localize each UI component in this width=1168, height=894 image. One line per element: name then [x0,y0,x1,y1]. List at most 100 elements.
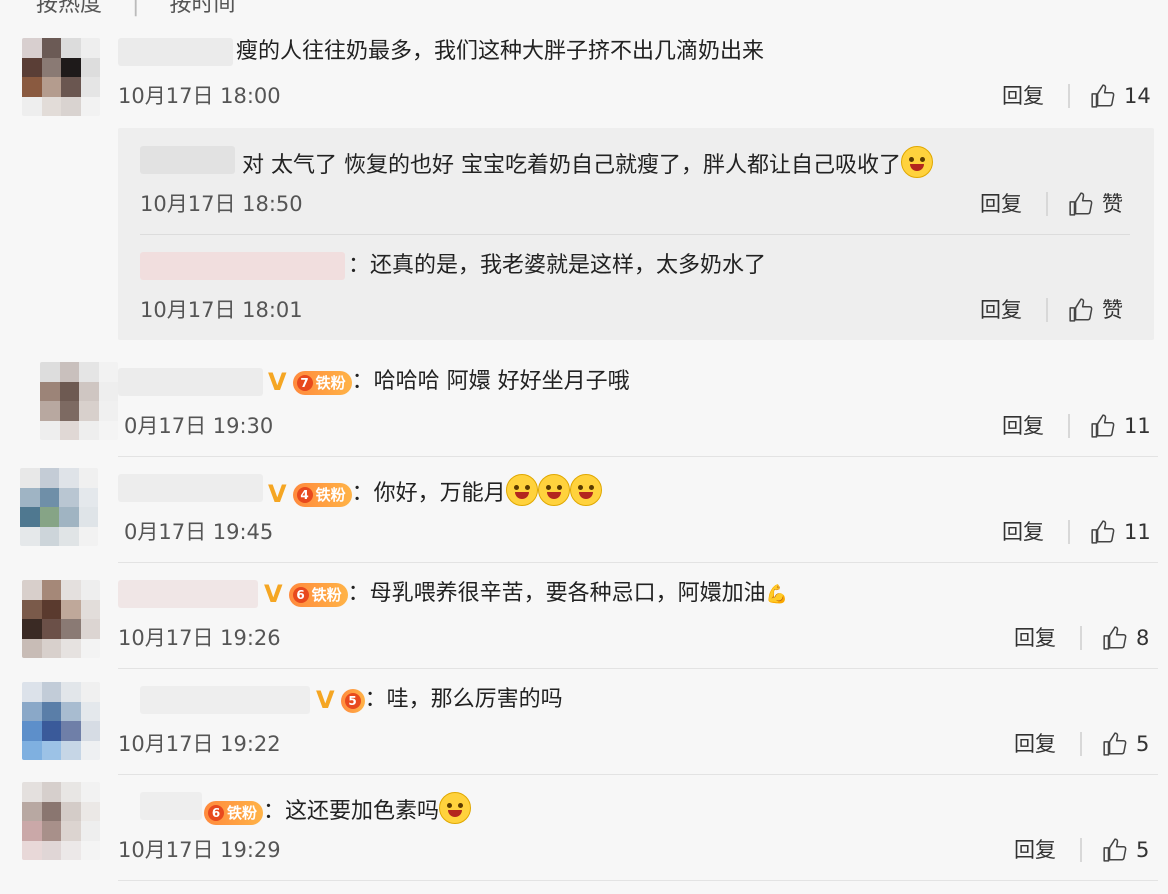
username-blurred[interactable] [118,38,233,66]
like-count: 11 [1124,414,1151,438]
reply-button[interactable]: 回复 [1002,82,1044,110]
like-button[interactable]: 5 [1102,730,1149,758]
username-blurred[interactable] [118,580,258,608]
username-blurred[interactable] [118,474,263,502]
divider [118,774,1158,775]
avatar[interactable] [22,580,100,658]
username-blurred[interactable] [140,792,202,820]
comment-text: 瘦的人往往奶最多，我们这种大胖子挤不出几滴奶出来 [236,39,765,64]
verified-icon: V [268,480,287,508]
divider [1080,838,1082,862]
divider [1046,298,1048,322]
divider [140,234,1130,235]
divider [1068,84,1070,108]
sort-tabs: 按热度 | 按时间 [36,0,265,18]
like-count: 5 [1136,732,1150,756]
like-count: 8 [1136,626,1150,650]
comment-time: 10月17日 18:50 [140,192,303,216]
reply-button[interactable]: 回复 [1014,624,1056,652]
username-blurred[interactable] [140,146,235,174]
reply-button[interactable]: 回复 [1014,730,1056,758]
fan-badge: 7 铁粉 [292,371,352,395]
thumbs-up-icon [1069,298,1093,322]
comment-time: 0月17日 19:30 [124,414,274,438]
fan-badge: 4 铁粉 [292,483,352,507]
comment-time: 10月17日 19:29 [118,838,281,862]
tab-hot[interactable]: 按热度 [36,0,102,17]
verified-icon: V [268,368,287,396]
thumbs-up-icon [1103,838,1127,862]
reply-button[interactable]: 回复 [980,190,1022,218]
emoji-icon [900,146,933,178]
comment-time: 10月17日 19:26 [118,626,281,650]
thumbs-up-icon [1091,520,1115,544]
verified-icon: V [316,686,335,714]
like-button[interactable]: 赞 [1068,190,1123,218]
avatar[interactable] [22,682,100,760]
tab-time[interactable]: 按时间 [169,0,235,17]
avatar[interactable] [22,782,100,860]
comment-text: 对 太气了 恢复的也好 宝宝吃着奶自己就瘦了，胖人都让自己吸收了 [242,146,933,180]
divider [118,562,1158,563]
comment-text: V 4 铁粉 ：你好，万能月 [268,474,602,508]
comment-text: 6 铁粉 ：这还要加色素吗 [204,792,472,826]
comment-text-content: ：你好，万能月 [351,481,506,506]
like-count: 5 [1136,838,1150,862]
comment-text-content: ：母乳喂养很辛苦，要各种忌口，阿嬛加油 [347,581,766,606]
divider [1068,414,1070,438]
like-label: 赞 [1102,192,1123,216]
username-blurred[interactable] [118,368,263,396]
like-button[interactable]: 5 [1102,836,1149,864]
username-blurred[interactable] [140,686,310,714]
avatar[interactable] [40,362,118,440]
reply-button[interactable]: 回复 [980,296,1022,324]
divider [1046,192,1048,216]
thumbs-up-icon [1091,414,1115,438]
fan-badge: 6 铁粉 [288,583,348,607]
comment-text-content: ：哈哈哈 阿嬛 好好坐月子哦 [351,369,630,394]
tab-separator: | [132,0,140,17]
avatar[interactable] [22,38,100,116]
username-blurred[interactable] [140,252,345,280]
thumbs-up-icon [1103,732,1127,756]
like-count: 14 [1124,84,1151,108]
thumbs-up-icon [1091,84,1115,108]
laughing-emoji-icon [505,474,538,506]
like-count: 11 [1124,520,1151,544]
verified-icon: V [264,580,283,608]
thumbs-up-icon [1103,626,1127,650]
divider [1080,626,1082,650]
comment-text: V 5 ：哇，那么厉害的吗 [316,686,563,714]
like-button[interactable]: 赞 [1068,296,1123,324]
thumbs-up-icon [1069,192,1093,216]
fan-badge: 6 铁粉 [204,801,264,825]
laughing-emoji-icon [569,474,602,506]
comment-text-content: ：这还要加色素吗 [263,799,440,824]
like-button[interactable]: 8 [1102,624,1149,652]
like-button[interactable]: 14 [1090,82,1151,110]
avatar[interactable] [20,468,98,546]
reply-button[interactable]: 回复 [1002,412,1044,440]
comment-text: ：还真的是，我老婆就是这样，太多奶水了 [348,253,767,278]
comment-text-content: ：哇，那么厉害的吗 [364,687,563,712]
divider [118,880,1158,881]
like-button[interactable]: 11 [1090,412,1151,440]
comment-time: 10月17日 18:00 [118,84,281,108]
comment-time: 0月17日 19:45 [124,520,274,544]
divider [1068,520,1070,544]
flexed-arm-icon: 💪 [765,584,789,605]
reply-button[interactable]: 回复 [1002,518,1044,546]
like-button[interactable]: 11 [1090,518,1151,546]
comment-text: V 7 铁粉 ：哈哈哈 阿嬛 好好坐月子哦 [268,368,630,396]
divider [118,668,1158,669]
comment-time: 10月17日 19:22 [118,732,281,756]
divider [118,456,1158,457]
comment-text: V 6 铁粉 ：母乳喂养很辛苦，要各种忌口，阿嬛加油💪 [264,580,788,609]
reply-button[interactable]: 回复 [1014,836,1056,864]
like-label: 赞 [1102,298,1123,322]
divider [1080,732,1082,756]
comment-text-content: 对 太气了 恢复的也好 宝宝吃着奶自己就瘦了，胖人都让自己吸收了 [242,153,901,178]
surprised-emoji-icon [439,792,472,824]
comment-time: 10月17日 18:01 [140,298,303,322]
laughing-emoji-icon [537,474,570,506]
